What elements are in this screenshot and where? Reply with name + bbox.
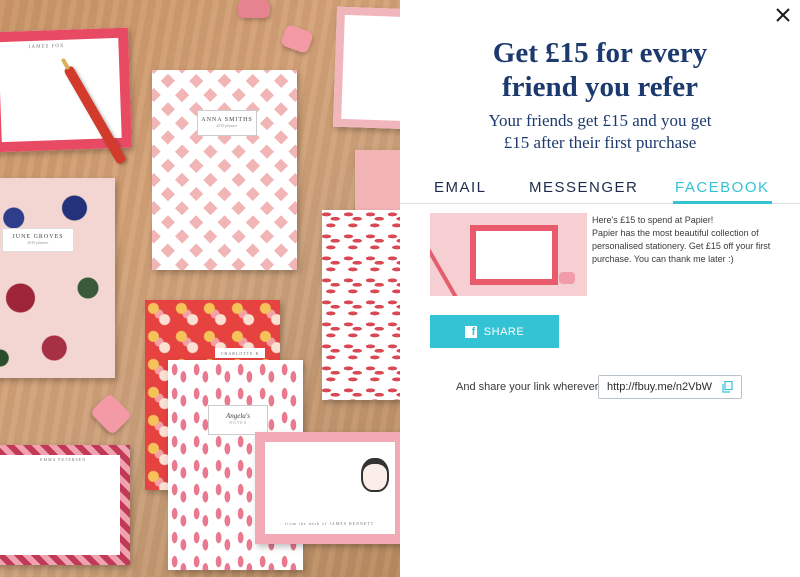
pink-eraser bbox=[559, 272, 575, 284]
share-preview-text: Here's £15 to spend at Papier! Papier ha… bbox=[592, 214, 792, 266]
facebook-share-button[interactable]: f SHARE bbox=[430, 315, 559, 348]
portrait-stationery-card: from the desk of JAMES BENNETT bbox=[255, 432, 400, 544]
planner-label: ANNA SMITHS 2019 planner bbox=[197, 110, 257, 136]
planner-label: JUNE GROVES 2019 planner bbox=[2, 228, 74, 252]
stationery-card bbox=[470, 225, 558, 285]
share-link-row: And share your link wherever: http://fbu… bbox=[400, 375, 800, 400]
share-link-field[interactable]: http://fbuy.me/n2VbW bbox=[598, 375, 742, 399]
share-tabs: EMAIL MESSENGER FACEBOOK bbox=[400, 178, 800, 204]
facebook-icon: f bbox=[464, 325, 477, 338]
share-button-label: SHARE bbox=[483, 325, 525, 338]
floral-stationery-card: EMMA PETERSEN bbox=[0, 445, 130, 565]
planner-subtitle: 2019 planner bbox=[27, 240, 49, 245]
rose-stationery-card bbox=[332, 6, 400, 130]
share-link-url: http://fbuy.me/n2VbW bbox=[607, 381, 712, 393]
stationery-card-james: JAMES FOX bbox=[0, 27, 133, 153]
notebook-name: CHARLOTTE B bbox=[220, 351, 260, 356]
floral-planner: JUNE GROVES 2019 planner bbox=[0, 178, 115, 378]
close-button[interactable] bbox=[772, 4, 794, 26]
page-title: Get £15 for every friend you refer bbox=[492, 37, 708, 103]
tab-facebook[interactable]: FACEBOOK bbox=[673, 178, 772, 204]
planner-subtitle: 2019 planner bbox=[216, 123, 238, 128]
pen bbox=[430, 246, 459, 296]
preview-line-1: Here's £15 to spend at Papier! bbox=[592, 215, 714, 225]
lips-pattern-notebook bbox=[322, 210, 400, 400]
copy-icon[interactable] bbox=[722, 381, 733, 393]
notebook-label: Angela's NOTES bbox=[208, 405, 268, 435]
pink-eraser bbox=[238, 0, 270, 18]
notebook-subtitle: NOTES bbox=[229, 420, 247, 425]
notebook-name: Angela's bbox=[225, 412, 251, 420]
share-link-label: And share your link wherever: bbox=[456, 381, 602, 393]
share-preview-image bbox=[430, 213, 587, 296]
referral-panel: Get £15 for every friend you refer Your … bbox=[400, 0, 800, 577]
tab-messenger[interactable]: MESSENGER bbox=[529, 178, 638, 204]
card-signature: from the desk of JAMES BENNETT bbox=[285, 521, 375, 526]
notebook-label: CHARLOTTE B bbox=[215, 348, 265, 358]
preview-line-2: Papier has the most beautiful collection… bbox=[592, 228, 771, 264]
card-name: JAMES FOX bbox=[28, 43, 65, 51]
portrait-illustration bbox=[361, 458, 389, 492]
chevron-planner: ANNA SMITHS 2019 planner bbox=[152, 70, 297, 270]
hero-photo: JAMES FOX ANNA SMITHS 2019 planner JUNE … bbox=[0, 0, 400, 577]
close-icon bbox=[776, 8, 790, 22]
tab-email[interactable]: EMAIL bbox=[434, 178, 487, 204]
card-name: EMMA PETERSEN bbox=[40, 457, 87, 462]
page-subtitle: Your friends get £15 and you get £15 aft… bbox=[488, 111, 712, 152]
